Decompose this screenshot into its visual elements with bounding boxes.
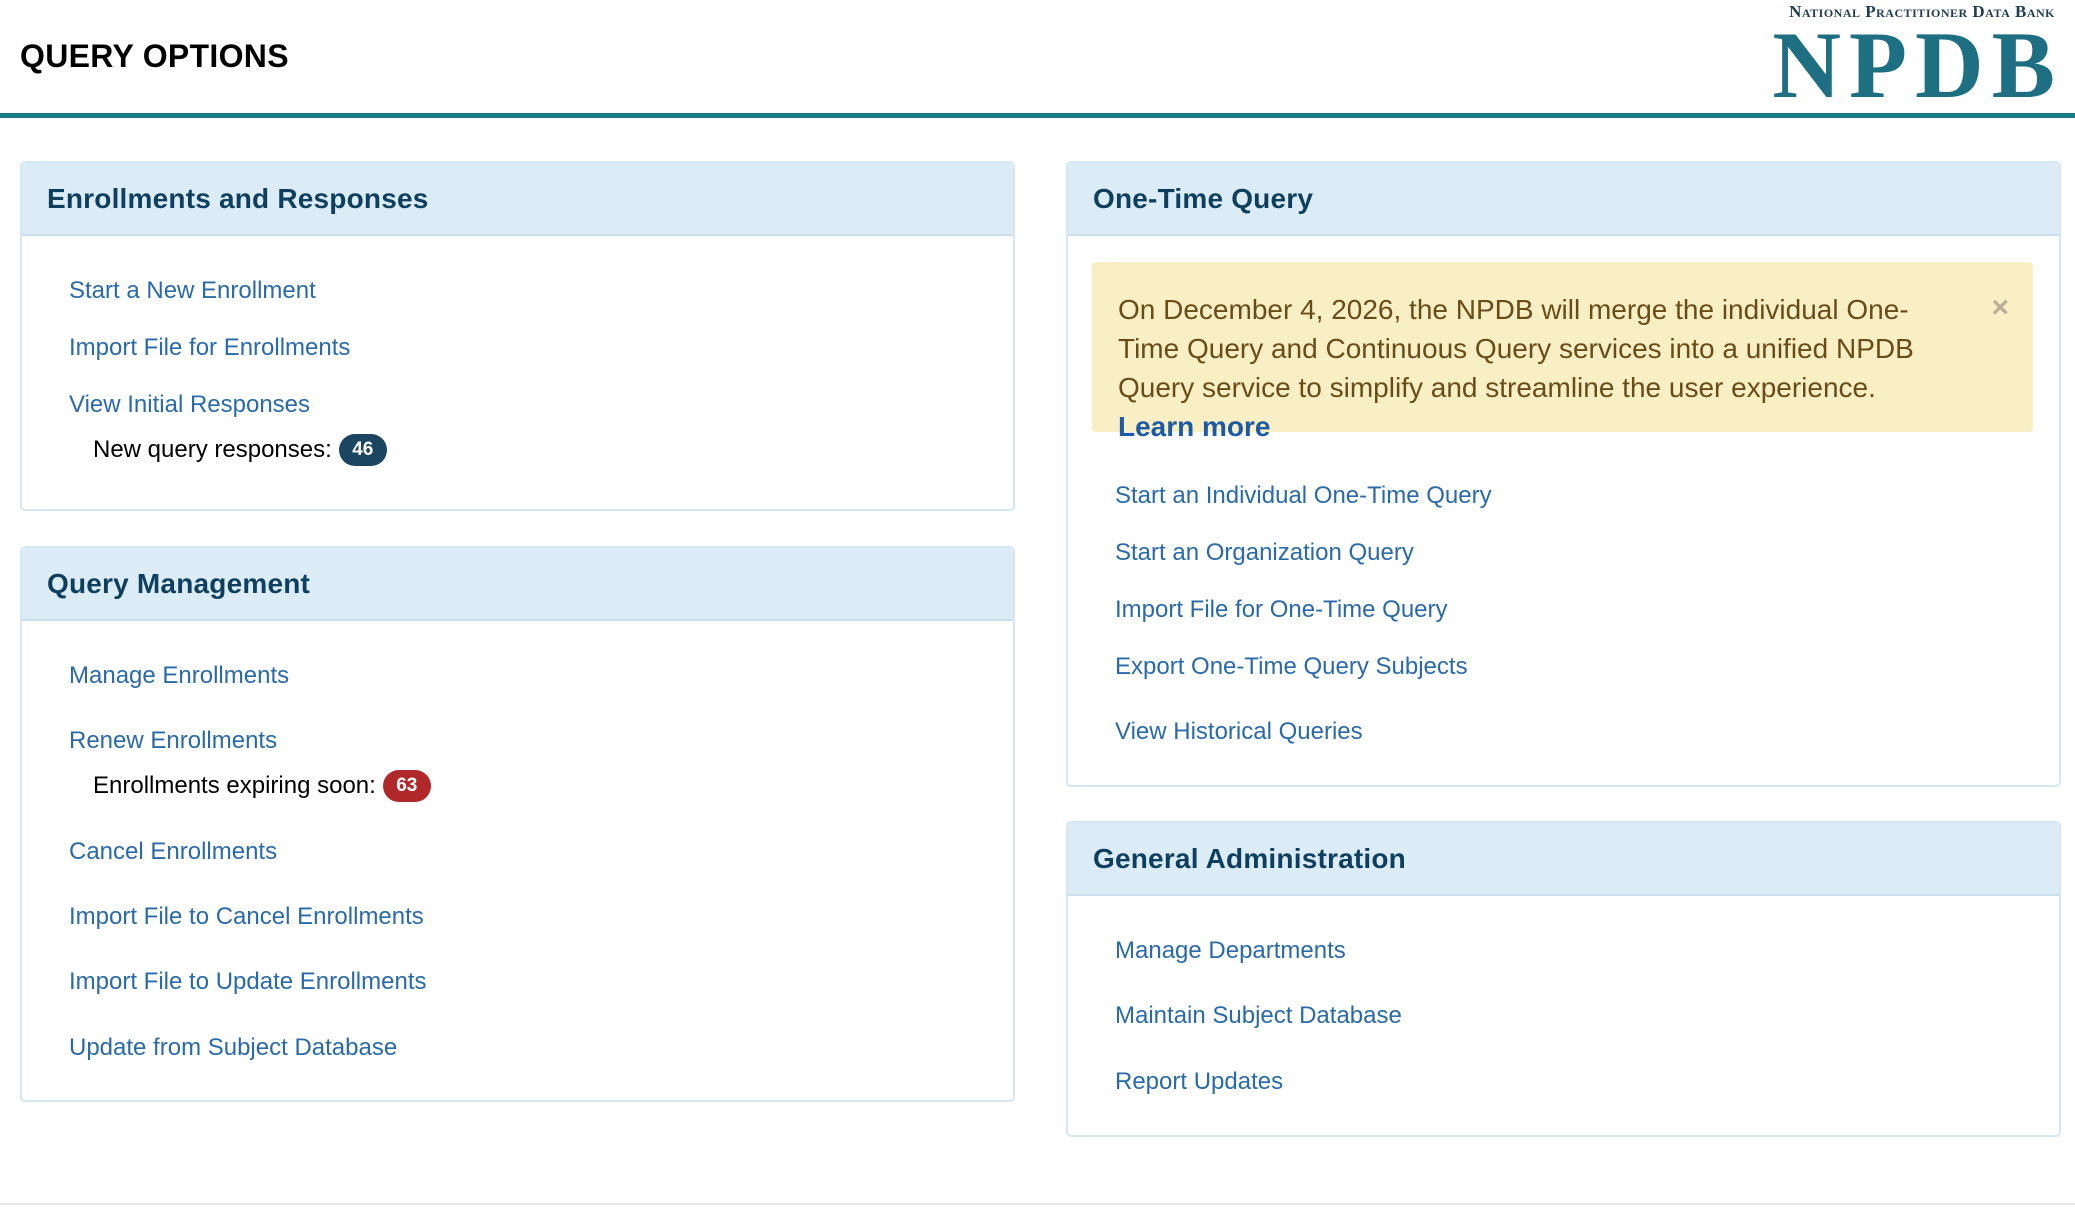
- manage-departments-link[interactable]: Manage Departments: [1115, 937, 1346, 965]
- export-query-subjects-link[interactable]: Export One-Time Query Subjects: [1115, 653, 1468, 681]
- query-management-panel-title: Query Management: [47, 567, 311, 599]
- report-updates-link[interactable]: Report Updates: [1115, 1068, 1283, 1096]
- page-title: QUERY OPTIONS: [20, 38, 289, 74]
- learn-more-link[interactable]: Learn more: [1118, 411, 1271, 442]
- general-administration-panel-header: General Administration: [1068, 823, 2059, 896]
- footer-divider: [0, 1203, 2075, 1205]
- expiring-soon-label: Enrollments expiring soon:: [93, 772, 376, 799]
- start-organization-query-link[interactable]: Start an Organization Query: [1115, 539, 1414, 567]
- start-new-enrollment-link[interactable]: Start a New Enrollment: [69, 277, 316, 305]
- expiring-soon-badge: 63: [382, 770, 431, 802]
- import-file-cancel-enrollments-link[interactable]: Import File to Cancel Enrollments: [69, 903, 424, 931]
- npdb-logo: National Practitioner Data Bank NPDB: [1745, 2, 2055, 113]
- update-from-subject-database-link[interactable]: Update from Subject Database: [69, 1034, 397, 1062]
- one-time-query-panel: One-Time Query On December 4, 2026, the …: [1066, 161, 2061, 787]
- view-historical-queries-link[interactable]: View Historical Queries: [1115, 718, 1363, 746]
- maintain-subject-database-link[interactable]: Maintain Subject Database: [1115, 1002, 1402, 1030]
- import-file-one-time-query-link[interactable]: Import File for One-Time Query: [1115, 596, 1448, 624]
- renew-enrollments-link[interactable]: Renew Enrollments: [69, 727, 277, 755]
- close-icon[interactable]: ×: [1991, 288, 2009, 327]
- merge-notice-alert: On December 4, 2026, the NPDB will merge…: [1092, 262, 2033, 442]
- query-management-panel: Query Management Manage Enrollments Rene…: [20, 546, 1015, 1102]
- enrollments-panel-header: Enrollments and Responses: [22, 163, 1013, 236]
- new-responses-badge: 46: [338, 434, 387, 466]
- cancel-enrollments-link[interactable]: Cancel Enrollments: [69, 838, 277, 866]
- new-responses-note: New query responses: 46: [93, 434, 387, 466]
- page-header: QUERY OPTIONS National Practitioner Data…: [0, 0, 2075, 118]
- general-administration-panel: General Administration Manage Department…: [1066, 821, 2061, 1137]
- import-file-enrollments-link[interactable]: Import File for Enrollments: [69, 334, 350, 362]
- general-administration-panel-title: General Administration: [1093, 842, 1406, 874]
- one-time-query-panel-header: One-Time Query: [1068, 163, 2059, 236]
- import-file-update-enrollments-link[interactable]: Import File to Update Enrollments: [69, 968, 426, 996]
- manage-enrollments-link[interactable]: Manage Enrollments: [69, 662, 289, 690]
- one-time-query-panel-title: One-Time Query: [1093, 182, 1314, 214]
- new-responses-label: New query responses:: [93, 436, 332, 463]
- expiring-soon-note: Enrollments expiring soon: 63: [93, 770, 431, 802]
- enrollments-panel-title: Enrollments and Responses: [47, 182, 429, 214]
- start-individual-query-link[interactable]: Start an Individual One-Time Query: [1115, 482, 1492, 510]
- query-management-panel-header: Query Management: [22, 548, 1013, 621]
- enrollments-panel: Enrollments and Responses Start a New En…: [20, 161, 1015, 511]
- view-initial-responses-link[interactable]: View Initial Responses: [69, 391, 310, 419]
- merge-notice-text: On December 4, 2026, the NPDB will merge…: [1118, 294, 1914, 403]
- logo-wordmark: NPDB: [1772, 12, 2063, 118]
